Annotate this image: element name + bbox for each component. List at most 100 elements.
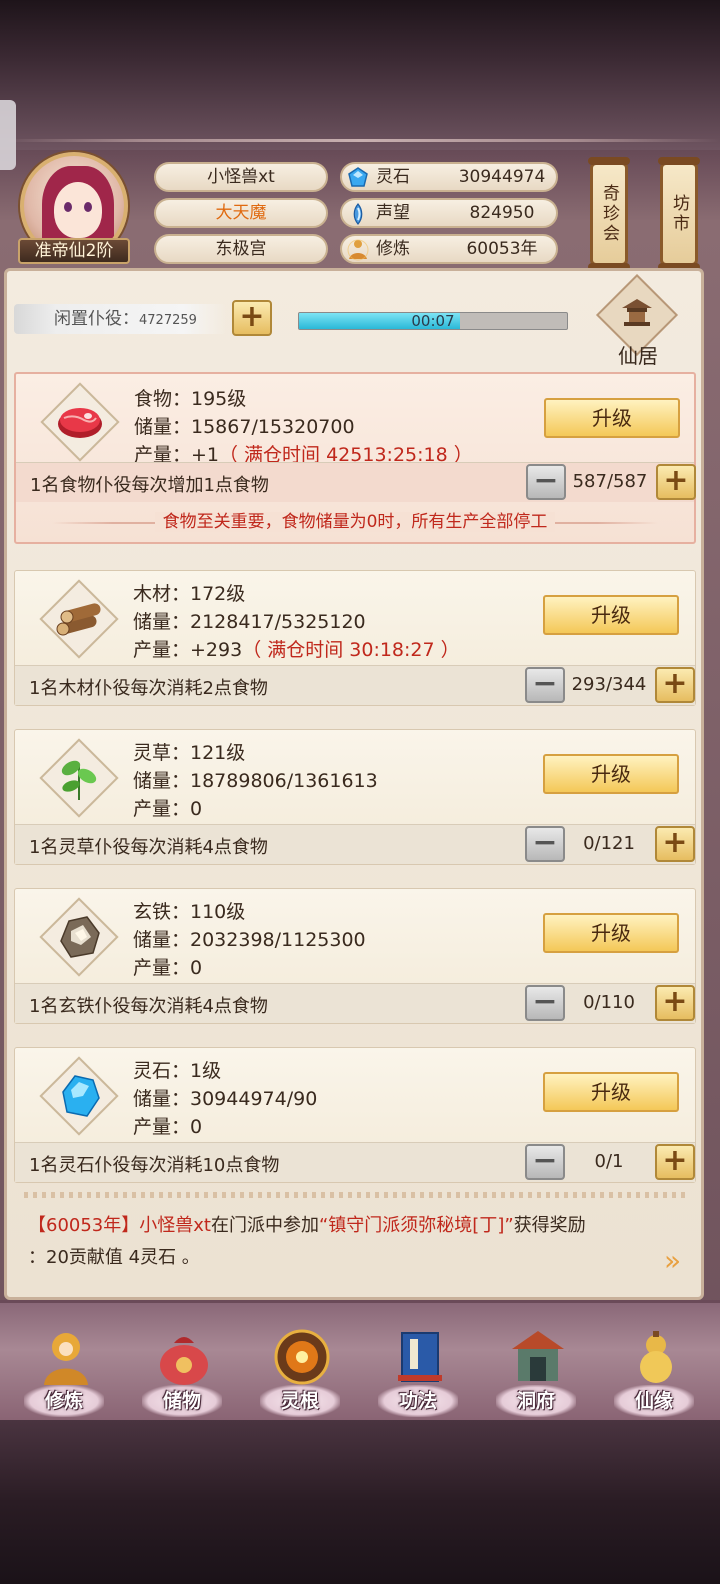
prestige-label: 声望 (376, 203, 410, 223)
worker-description: 1名灵草仆役每次消耗4点食物 (29, 837, 268, 858)
gourd-icon (640, 1331, 672, 1383)
xianju-button[interactable]: 仙居 (595, 273, 680, 368)
bag-icon (160, 1337, 208, 1385)
worker-description: 1名灵石仆役每次消耗10点食物 (29, 1155, 280, 1176)
idle-label: 闲置仆役： (54, 309, 139, 329)
worker-row: 1名玄铁仆役每次消耗4点食物 − 0/110 + (15, 983, 695, 1023)
nav-label: 修炼 (24, 1385, 104, 1417)
resource-icon-frame (39, 738, 119, 818)
resource-output: 产量：0 (133, 794, 202, 821)
decrease-worker-button[interactable]: − (526, 464, 566, 500)
spirit-stone-label: 灵石 (376, 167, 410, 187)
worker-count: 293/344 (571, 674, 647, 695)
resource-storage: 储量：18789806/1361613 (133, 770, 378, 792)
expand-log-icon[interactable]: » (664, 1244, 681, 1277)
treasure-auction-button[interactable]: 奇珍会 (588, 157, 630, 271)
resource-level: 玄铁：110级 (133, 901, 246, 923)
decrease-worker-button[interactable]: − (525, 826, 565, 862)
resource-icon-frame (39, 579, 119, 659)
output-value: 产量：0 (133, 1116, 203, 1138)
increase-worker-button[interactable]: + (656, 464, 696, 500)
player-name: 小怪兽xt (154, 162, 328, 192)
worker-description: 1名食物仆役每次增加1点食物 (30, 475, 269, 496)
player-header: 准帝仙2阶 小怪兽xt 大天魔 东极宫 灵石 30944974 声望 82495… (0, 150, 720, 298)
herb-icon (61, 760, 97, 800)
prestige-icon (353, 203, 363, 225)
iron-ore-icon (60, 916, 100, 958)
resource-card-wood: 木材：172级 储量：2128417/5325120 产量：+293（ 满仓时间… (14, 570, 696, 706)
worker-count: 587/587 (572, 471, 648, 492)
rank-badge: 准帝仙2阶 (18, 238, 130, 264)
player-title: 大天魔 (154, 198, 328, 228)
meat-icon (58, 408, 102, 438)
market-button[interactable]: 坊市 (658, 157, 700, 271)
decrease-worker-button[interactable]: − (525, 667, 565, 703)
cave-icon (512, 1331, 564, 1381)
prestige-pill: 声望 824950 (340, 198, 558, 228)
worker-row: 1名食物仆役每次增加1点食物 − 587/587 + (16, 462, 696, 502)
resource-storage: 储量：15867/15320700 (134, 416, 355, 438)
resource-storage: 储量：2032398/1125300 (133, 929, 366, 951)
upgrade-button[interactable]: 升级 (543, 595, 679, 635)
cultivation-value: 60053年 (466, 239, 538, 259)
resource-level: 木材：172级 (133, 583, 246, 605)
nav-cave-abode[interactable]: 洞府 (486, 1323, 586, 1419)
resource-icon-frame (39, 1056, 119, 1136)
bottom-backdrop (0, 1420, 720, 1584)
cultivation-icon (347, 239, 369, 261)
decrease-worker-button[interactable]: − (525, 1144, 565, 1180)
nav-label: 储物 (142, 1385, 222, 1417)
resource-storage: 储量：30944974/90 (133, 1088, 318, 1110)
spirit-stone-pill: 灵石 30944974 (340, 162, 558, 192)
nav-storage[interactable]: 储物 (132, 1323, 232, 1419)
worker-row: 1名灵草仆役每次消耗4点食物 − 0/121 + (15, 824, 695, 864)
upgrade-button[interactable]: 升级 (543, 913, 679, 953)
increase-worker-button[interactable]: + (655, 826, 695, 862)
worker-count: 0/110 (583, 992, 635, 1013)
increase-worker-button[interactable]: + (655, 985, 695, 1021)
increase-worker-button[interactable]: + (655, 667, 695, 703)
increase-worker-button[interactable]: + (655, 1144, 695, 1180)
timer-text: 00:07 (411, 312, 455, 330)
resource-icon-frame (40, 382, 120, 462)
resource-storage: 储量：2128417/5325120 (133, 611, 366, 633)
pavilion-icon (622, 299, 652, 326)
upgrade-button[interactable]: 升级 (543, 1072, 679, 1112)
spirit-stone-icon (348, 167, 368, 187)
nav-fate[interactable]: 仙缘 (604, 1323, 704, 1419)
upgrade-button[interactable]: 升级 (543, 754, 679, 794)
nav-cultivate[interactable]: 修炼 (14, 1323, 114, 1419)
nav-label: 灵根 (260, 1385, 340, 1417)
spirit-stone-value: 30944974 (458, 167, 546, 187)
resource-card-herb: 灵草：121级 储量：18789806/1361613 产量：0 升级 1名灵草… (14, 729, 696, 865)
log-event: “镇守门派须弥秘境[丁]” (318, 1215, 514, 1236)
log-tail: 获得奖励 (513, 1215, 586, 1236)
resource-level: 灵石：1级 (133, 1060, 222, 1082)
prestige-value: 824950 (469, 203, 535, 223)
worker-row: 1名灵石仆役每次消耗10点食物 − 0/1 + (15, 1142, 695, 1182)
cultivation-label: 修炼 (376, 239, 410, 259)
wood-icon (56, 603, 101, 636)
upgrade-button[interactable]: 升级 (544, 398, 680, 438)
output-value: 产量：0 (133, 798, 203, 820)
worker-description: 1名木材仆役每次消耗2点食物 (29, 678, 268, 699)
avatar-face (54, 182, 102, 238)
resource-output: 产量：0 (133, 1112, 202, 1139)
nav-techniques[interactable]: 功法 (368, 1323, 468, 1419)
player-location: 东极宫 (154, 234, 328, 264)
nav-label: 仙缘 (614, 1385, 694, 1417)
worker-row: 1名木材仆役每次消耗2点食物 − 293/344 + (15, 665, 695, 705)
nav-label: 功法 (378, 1385, 458, 1417)
book-icon (398, 1332, 442, 1382)
nav-spirit-root[interactable]: 灵根 (250, 1323, 350, 1419)
xianju-label: 仙居 (618, 344, 658, 368)
full-time: （ 满仓时间 30:18:27 ） (242, 639, 460, 661)
worker-count: 0/121 (583, 833, 635, 854)
bottom-nav: 修炼 储物 灵根 功法 洞府 仙缘 (0, 1300, 720, 1420)
log-mid: 在门派中参加 (210, 1215, 319, 1236)
worker-count: 0/1 (594, 1151, 624, 1172)
decrease-worker-button[interactable]: − (525, 985, 565, 1021)
top-banner (0, 0, 720, 150)
crystal-icon (62, 1075, 100, 1117)
add-servant-button[interactable]: + (232, 300, 272, 336)
